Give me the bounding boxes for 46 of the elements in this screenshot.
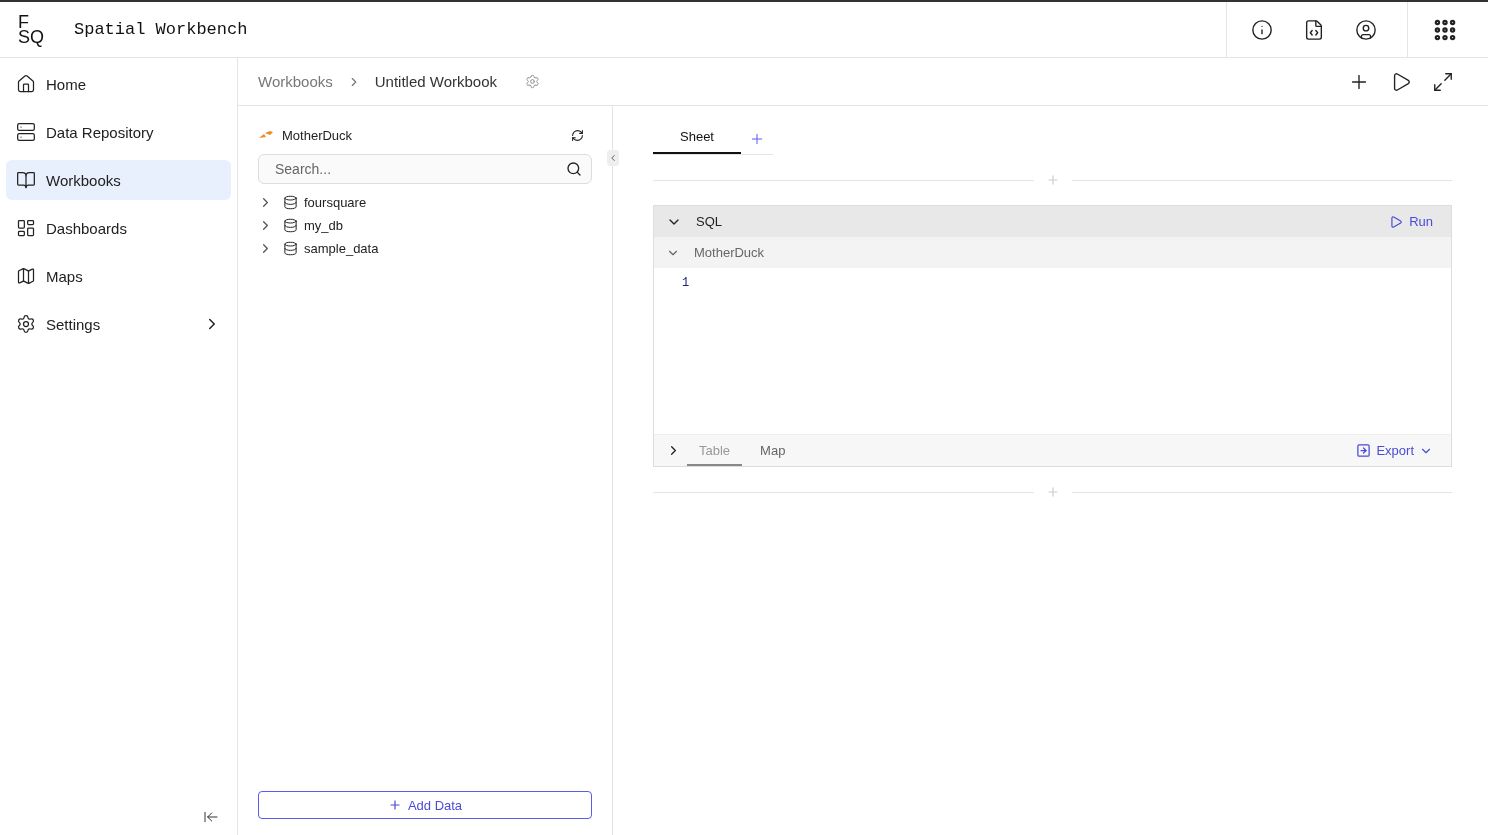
code-file-icon[interactable] — [1303, 18, 1325, 41]
code-editor[interactable]: 1 — [654, 268, 1451, 434]
collapse-panel-icon[interactable] — [607, 150, 619, 166]
search-field[interactable]: Search... — [258, 154, 592, 184]
nav-item[interactable]: Workbooks — [6, 160, 231, 200]
connection-name[interactable]: MotherDuck — [694, 245, 765, 260]
nav-item[interactable]: Home — [6, 64, 231, 104]
result-tab[interactable]: Map — [748, 435, 798, 466]
dashboard-icon — [16, 218, 36, 238]
nav-item[interactable]: Maps — [6, 256, 231, 296]
search-icon — [566, 161, 582, 177]
add-data-button[interactable]: Add Data — [258, 791, 592, 819]
source-name: MotherDuck — [282, 127, 353, 143]
book-icon — [16, 170, 36, 190]
run-button[interactable]: Run — [1383, 213, 1439, 230]
insert-cell-icon[interactable] — [1045, 485, 1060, 499]
server-icon — [16, 122, 36, 142]
database-icon — [283, 217, 298, 233]
database-name[interactable]: foursquare — [304, 194, 367, 210]
insert-cell-icon[interactable] — [1045, 173, 1060, 187]
database-name[interactable]: my_db — [304, 217, 344, 233]
info-icon[interactable] — [1251, 18, 1273, 41]
map-icon — [16, 266, 36, 286]
export-button[interactable]: Export — [1350, 442, 1439, 459]
app-title: Spatial Workbench — [74, 20, 248, 39]
database-name[interactable]: sample_data — [304, 240, 379, 256]
settings-icon — [16, 314, 36, 334]
home-icon — [16, 74, 36, 94]
database-icon — [283, 240, 298, 256]
cell-type: SQL — [696, 214, 722, 229]
breadcrumb-link[interactable]: Untitled Workbook — [374, 73, 498, 90]
play-icon — [1389, 214, 1404, 229]
user-icon[interactable] — [1355, 18, 1377, 41]
logo: F SQ — [17, 14, 45, 45]
export-icon — [1356, 443, 1372, 458]
sheet-tab[interactable]: Sheet — [653, 124, 741, 154]
breadcrumb-link[interactable]: Workbooks — [258, 73, 333, 90]
expand-icon[interactable] — [1432, 70, 1454, 93]
database-icon — [283, 194, 298, 210]
nav-item[interactable]: Settings — [6, 304, 231, 344]
plus-icon — [387, 798, 402, 812]
nav-item[interactable]: Dashboards — [6, 208, 231, 248]
line-number: 1 — [682, 276, 691, 290]
refresh-icon[interactable] — [571, 128, 584, 142]
nav-item[interactable]: Data Repository — [6, 112, 231, 152]
collapse-sidebar-icon[interactable] — [203, 809, 219, 825]
